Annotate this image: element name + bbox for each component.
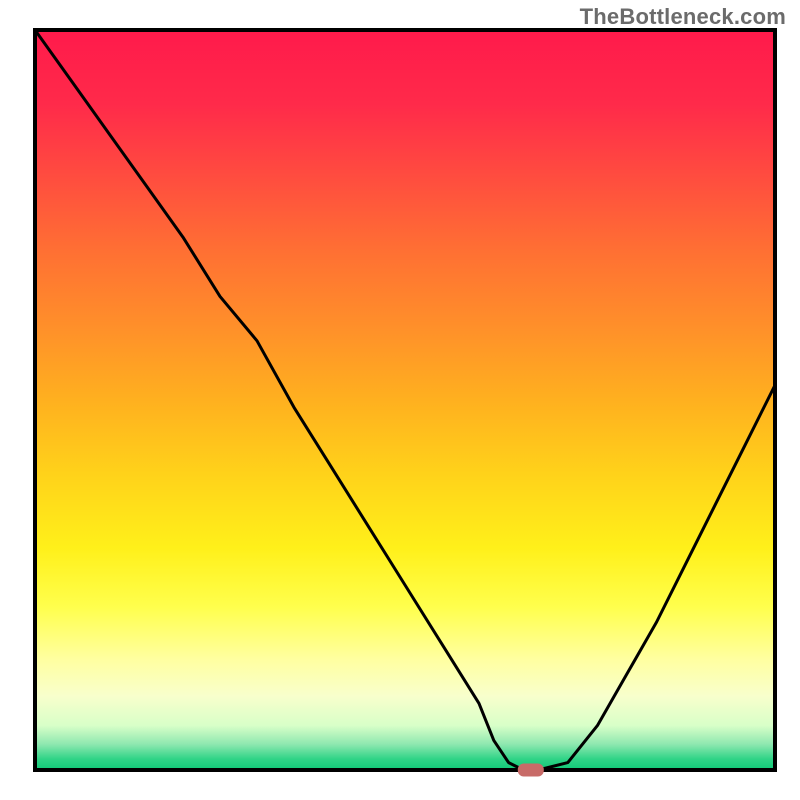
watermark-text: TheBottleneck.com <box>580 4 786 30</box>
chart-background-gradient <box>35 30 775 770</box>
bottleneck-chart <box>0 0 800 800</box>
optimal-point-marker <box>518 764 544 777</box>
chart-container: { "watermark": "TheBottleneck.com", "cha… <box>0 0 800 800</box>
